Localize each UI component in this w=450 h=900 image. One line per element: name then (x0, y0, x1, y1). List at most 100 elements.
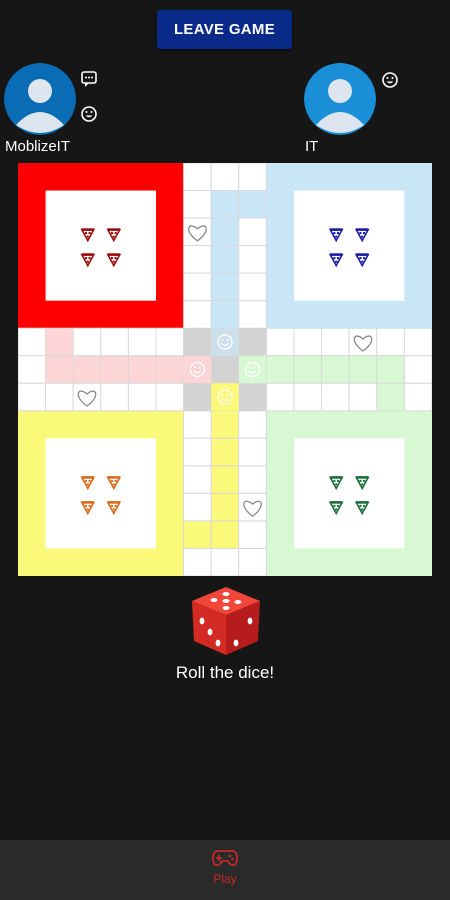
board-cell (72, 355, 102, 384)
board-cell (210, 272, 240, 302)
board-cell (265, 382, 295, 412)
board-cell (183, 300, 212, 329)
board-cell (238, 547, 267, 577)
smiley-icon-eye-right (198, 366, 201, 369)
center-green (238, 355, 267, 384)
board-cell (210, 245, 240, 274)
chat-icon[interactable] (80, 70, 98, 88)
dice-button[interactable] (190, 585, 262, 657)
pizza-slice-icon-blue-topping (362, 231, 366, 235)
pizza-slice-icon-blue-topping (359, 231, 362, 235)
board-cell (183, 437, 212, 467)
gamepad-icon (212, 850, 238, 867)
emoji-icon-player2[interactable] (381, 71, 399, 89)
pizza-slice-icon-yellow-topping (110, 504, 114, 508)
board-cell (238, 245, 267, 274)
board-cell (100, 355, 129, 384)
pizza-slice-icon-blue-topping (359, 256, 362, 260)
board-cell (348, 355, 378, 384)
board-cell (238, 410, 267, 439)
board-cell (183, 190, 212, 219)
board-cell (183, 410, 212, 439)
board-cell (376, 355, 405, 384)
pizza-slice-icon-green-topping (335, 483, 338, 486)
board-cell (293, 382, 323, 412)
pizza-slice-icon-red-topping (110, 231, 114, 235)
board-cell (265, 355, 295, 384)
pizza-slice-icon-red-topping (86, 260, 89, 263)
pizza-slice-icon-red-topping (86, 235, 89, 238)
home-inner-green (294, 438, 405, 549)
center-blue (211, 328, 239, 356)
pizza-slice-icon-red-topping (112, 260, 115, 263)
board-cell (238, 190, 267, 219)
roll-prompt: Roll the dice! (175, 663, 275, 682)
board-cell (210, 520, 240, 549)
board-cell (17, 382, 47, 412)
board-cell (45, 382, 74, 412)
pizza-slice-icon-blue-topping (361, 235, 364, 238)
board-cell (183, 547, 212, 577)
board-cell (183, 465, 212, 494)
board-cell (72, 327, 102, 357)
pizza-slice-icon-green-topping (336, 504, 340, 508)
board-cell (238, 162, 267, 192)
board-cell (210, 162, 240, 192)
board-cell (376, 382, 405, 412)
pizza-slice-icon-yellow-topping (86, 483, 89, 486)
pizza-slice-icon-yellow-topping (84, 479, 88, 483)
leave-game-button[interactable]: LEAVE GAME (157, 10, 292, 49)
board-cell (210, 492, 240, 522)
smiley-icon-eye-right (226, 394, 229, 397)
board-cell (183, 492, 212, 522)
pizza-slice-icon-red-topping (114, 231, 117, 235)
pizza-slice-icon-red-topping (84, 256, 88, 260)
pizza-slice-icon-yellow-topping (110, 479, 114, 483)
board-cell (403, 382, 433, 412)
pizza-slice-icon-red-topping (110, 256, 114, 260)
board-cell (403, 355, 433, 384)
board-cell (100, 327, 129, 357)
pizza-slice-icon-blue-topping (362, 256, 366, 260)
pizza-slice-icon-red-topping (112, 235, 115, 238)
pizza-slice-icon-red-topping (88, 231, 91, 235)
pizza-slice-icon-green-topping (362, 504, 366, 508)
board-cell (210, 217, 240, 247)
pizza-slice-icon-green-topping (361, 508, 364, 511)
board-cell (321, 382, 350, 412)
pizza-slice-icon-green-topping (333, 504, 336, 508)
smiley-icon-eye-right (226, 338, 229, 341)
board-cell (321, 355, 350, 384)
board-cell (17, 327, 47, 357)
pizza-slice-icon-blue-topping (336, 256, 340, 260)
pizza-slice-icon-green-topping (335, 508, 338, 511)
pizza-slice-icon-red-topping (88, 256, 91, 260)
player2-avatar[interactable] (304, 63, 376, 135)
ludo-board[interactable] (17, 162, 433, 577)
emoji-icon[interactable] (80, 105, 98, 123)
board-cell (155, 327, 185, 357)
board-cell (293, 355, 323, 384)
pizza-slice-icon-red-topping (84, 231, 88, 235)
center-yellow (211, 383, 239, 411)
nav-play[interactable]: Play (195, 848, 255, 896)
board-cell (210, 300, 240, 329)
board-cell (238, 465, 267, 494)
pizza-slice-icon-red-topping (114, 256, 117, 260)
board-cell (127, 327, 157, 357)
board-cell (183, 162, 212, 192)
smiley-icon-eye-left (193, 366, 196, 369)
smiley-icon-eye-left (221, 338, 224, 341)
board-cell (210, 410, 240, 439)
center-red (183, 355, 212, 384)
board-cell (293, 327, 323, 357)
board-cell (238, 437, 267, 467)
pizza-slice-icon-yellow-topping (84, 504, 88, 508)
pizza-slice-icon-blue-topping (361, 260, 364, 263)
pizza-slice-icon-blue-topping (335, 235, 338, 238)
player1-name: MoblizeIT (5, 138, 71, 155)
board-cell (183, 520, 212, 549)
smiley-icon-eye-left (221, 394, 224, 397)
player1-avatar[interactable] (4, 63, 76, 135)
pizza-slice-icon-blue-topping (333, 231, 336, 235)
